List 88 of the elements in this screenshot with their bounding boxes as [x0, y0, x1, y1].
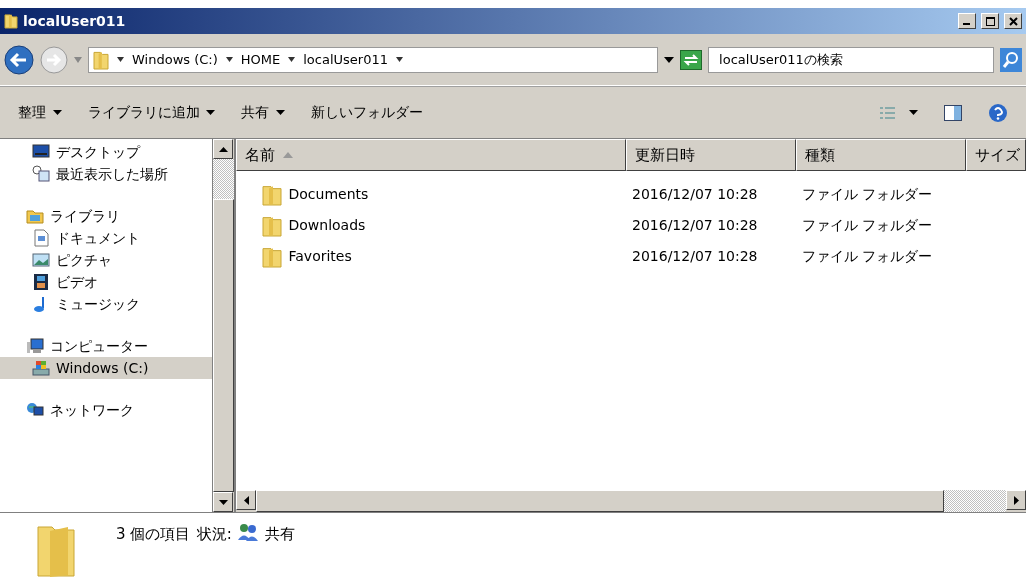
scrollbar-thumb[interactable]	[256, 490, 944, 512]
up-arrow-icon	[218, 146, 228, 152]
nav-item[interactable]: ミュージック	[0, 293, 213, 315]
file-row[interactable]: Documents 2016/12/07 10:28 ファイル フォルダー	[236, 179, 1026, 210]
maximize-button[interactable]	[981, 13, 999, 29]
nav-item[interactable]: コンピューター	[0, 335, 213, 357]
folder-icon	[4, 13, 18, 29]
caret-icon	[117, 57, 124, 62]
drive-icon	[32, 359, 50, 377]
breadcrumb-item[interactable]: Windows (C:)	[132, 49, 218, 70]
library-icon	[26, 207, 44, 225]
back-button[interactable]	[4, 44, 34, 75]
film-icon	[32, 273, 50, 291]
file-type: ファイル フォルダー	[801, 247, 933, 266]
users-icon	[238, 523, 259, 541]
breadcrumb-item[interactable]: HOME	[240, 49, 281, 70]
document-icon	[32, 229, 50, 247]
minimize-button[interactable]	[958, 13, 976, 29]
refresh-button[interactable]	[680, 49, 703, 70]
caret-icon	[225, 57, 233, 62]
folder-icon	[262, 245, 282, 268]
folder-icon	[262, 214, 282, 237]
file-name: Documents	[288, 185, 369, 204]
address-bar[interactable]: Windows (C:) HOME localUser011	[88, 46, 659, 73]
network-icon	[26, 401, 44, 419]
nav-item[interactable]: 最近表示した場所	[0, 163, 213, 185]
file-name: Favorites	[288, 247, 352, 266]
scroll-left-button[interactable]	[236, 490, 256, 510]
computer-icon	[26, 337, 44, 355]
nav-item[interactable]: ライブラリ	[0, 205, 213, 227]
nav-item[interactable]: ピクチャ	[0, 249, 213, 271]
nav-item[interactable]: デスクトップ	[0, 141, 213, 163]
file-row[interactable]: Downloads 2016/12/07 10:28 ファイル フォルダー	[236, 210, 1026, 241]
down-arrow-icon	[218, 499, 228, 505]
search-field[interactable]: localUser011の検索	[708, 46, 994, 73]
modified-date: 2016/12/07 10:28	[631, 216, 759, 235]
scroll-right-button[interactable]	[1006, 490, 1026, 510]
preview-pane-button[interactable]	[944, 104, 962, 121]
folder-icon	[93, 49, 109, 70]
caret-icon	[288, 57, 296, 62]
close-button[interactable]	[1004, 13, 1022, 29]
file-name: Downloads	[288, 216, 366, 235]
share-status: 共有	[264, 524, 295, 545]
folder-icon	[262, 183, 282, 206]
toolbar-button[interactable]: 整理	[18, 102, 62, 123]
toolbar-button[interactable]: ライブラリに追加	[87, 102, 215, 123]
caret-icon	[74, 56, 82, 63]
file-row[interactable]: Favorites 2016/12/07 10:28 ファイル フォルダー	[236, 241, 1026, 272]
file-type: ファイル フォルダー	[801, 185, 933, 204]
left-arrow-icon	[243, 495, 249, 505]
recent-places-icon	[32, 165, 50, 183]
view-options-button[interactable]	[880, 105, 918, 120]
modified-date: 2016/12/07 10:28	[631, 247, 759, 266]
column-header[interactable]: 名前	[236, 139, 626, 171]
maximize-icon	[985, 16, 995, 26]
modified-date: 2016/12/07 10:28	[631, 185, 759, 204]
scrollbar-thumb[interactable]	[213, 199, 234, 492]
nav-item[interactable]: Windows (C:)	[0, 357, 213, 379]
window-title: localUser011	[23, 11, 127, 31]
status-label: 状況:	[196, 524, 232, 545]
nav-item[interactable]: ネットワーク	[0, 399, 213, 421]
column-header[interactable]: 種類	[796, 139, 966, 171]
preview-pane-icon	[944, 104, 962, 121]
scroll-up-button[interactable]	[213, 139, 234, 159]
item-count: 3 個の項目	[116, 524, 191, 545]
toolbar-button[interactable]: 新しいフォルダー	[310, 102, 423, 123]
picture-icon	[32, 251, 50, 269]
help-icon	[988, 102, 1008, 123]
view-list-icon	[880, 105, 896, 120]
folder-icon	[36, 523, 76, 578]
column-header[interactable]: 更新日時	[626, 139, 796, 171]
file-type: ファイル フォルダー	[801, 216, 933, 235]
dropdown-caret-icon	[664, 56, 675, 63]
desktop-icon	[32, 143, 50, 161]
help-button[interactable]	[988, 102, 1008, 123]
search-button[interactable]	[1000, 47, 1022, 72]
nav-item[interactable]: ドキュメント	[0, 227, 213, 249]
caret-icon	[395, 57, 403, 62]
breadcrumb-item[interactable]: localUser011	[303, 49, 388, 70]
right-arrow-icon	[1013, 495, 1019, 505]
nav-item[interactable]: ビデオ	[0, 271, 213, 293]
caret-icon	[909, 110, 918, 115]
column-header[interactable]: サイズ	[966, 139, 1026, 171]
toolbar-button[interactable]: 共有	[241, 102, 285, 123]
refresh-icon	[680, 49, 703, 70]
scroll-down-button[interactable]	[213, 492, 234, 512]
close-icon	[1008, 16, 1018, 26]
search-icon	[1000, 47, 1022, 72]
